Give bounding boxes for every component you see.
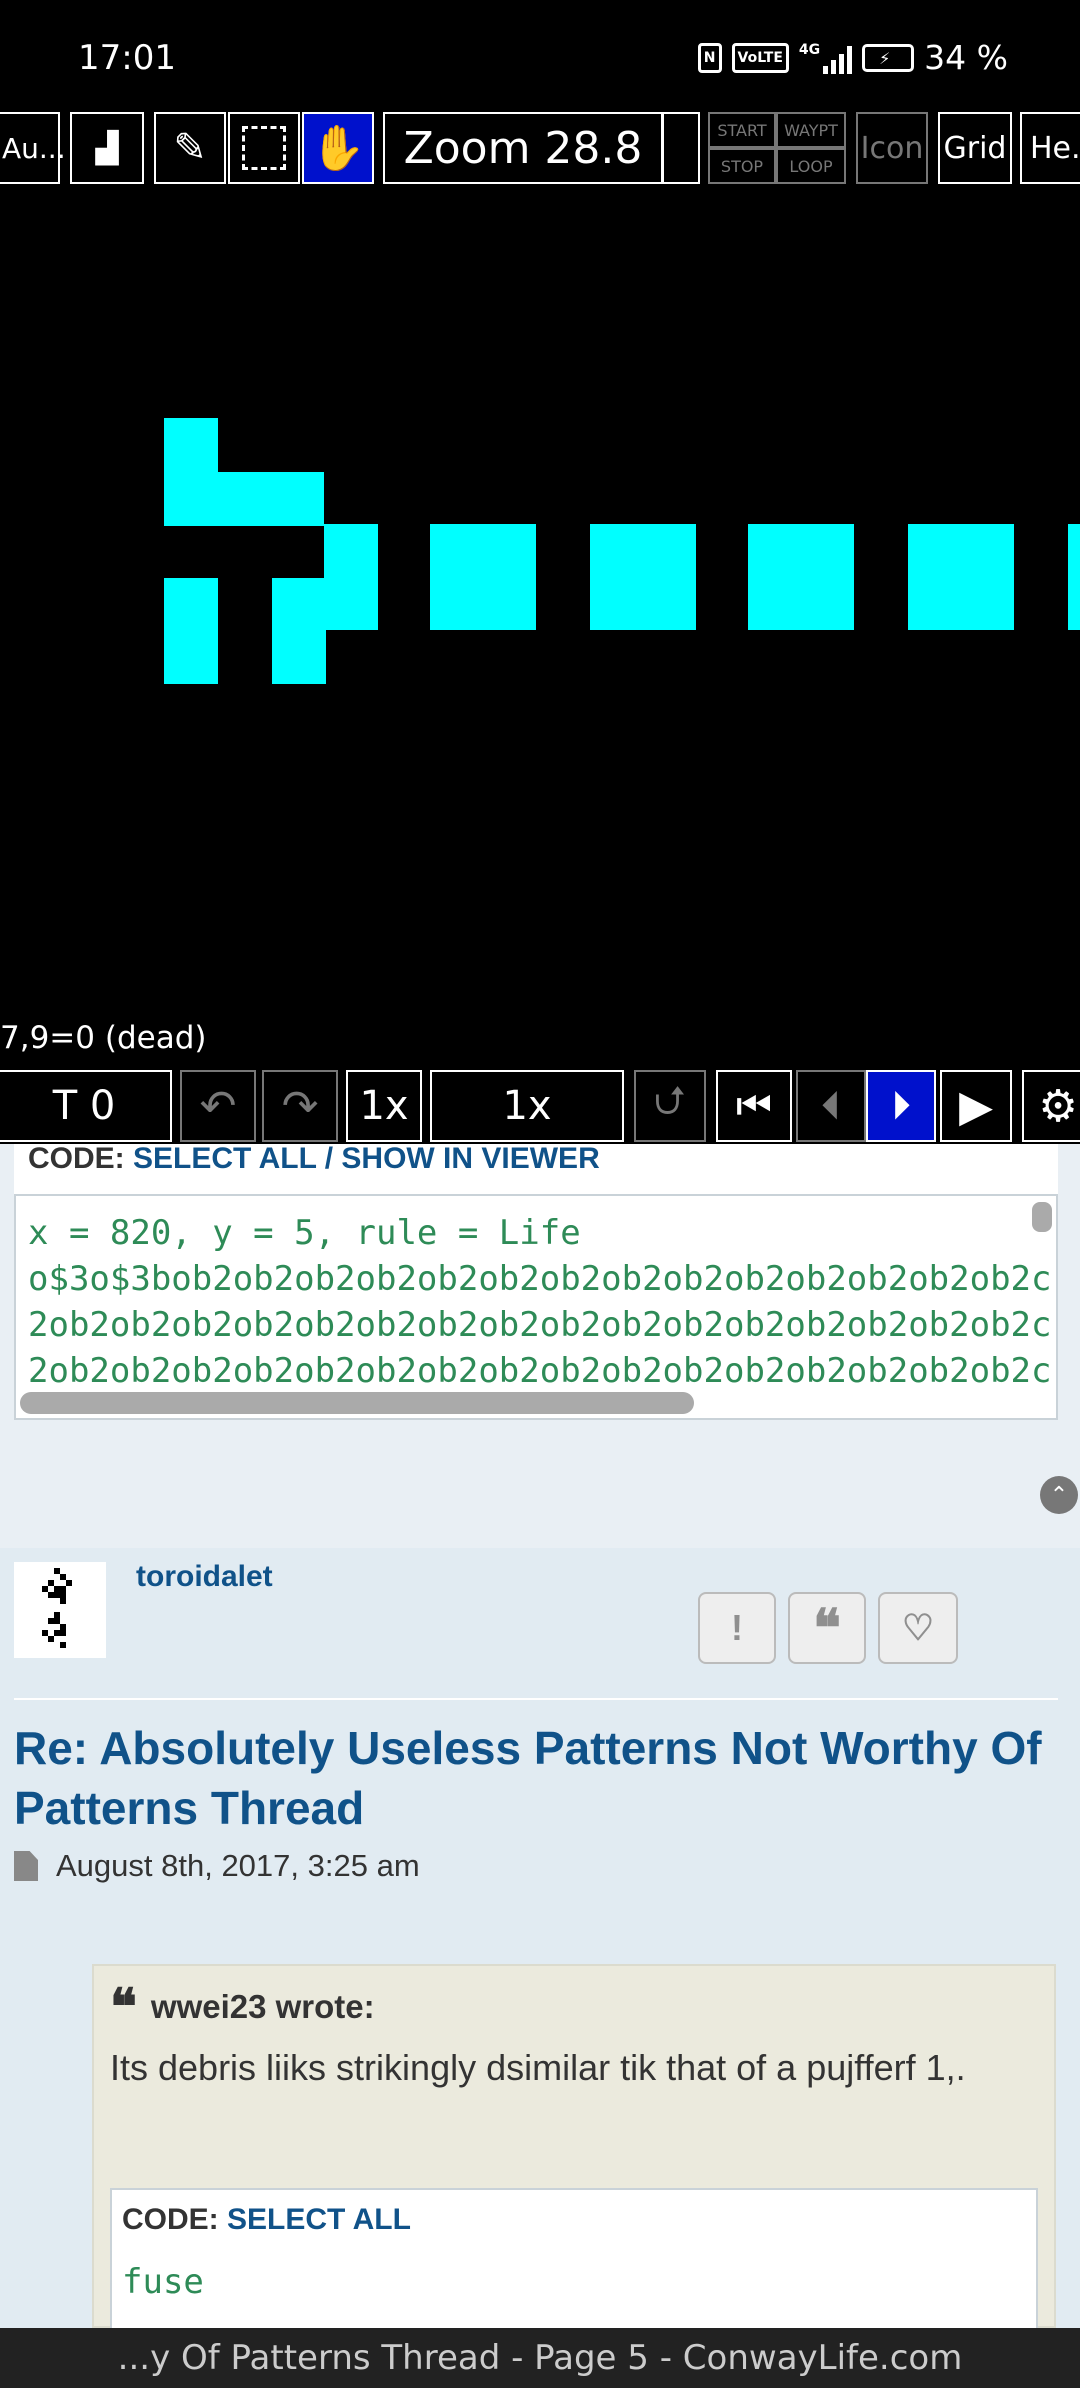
speed-slider[interactable]: 1x (430, 1070, 624, 1142)
code-header: CODE: SELECT ALL / SHOW IN VIEWER (14, 1144, 1058, 1194)
pencil-icon: ✎ (173, 125, 207, 171)
settings-button[interactable]: ⚙ (1022, 1070, 1080, 1142)
post-date-row: August 8th, 2017, 3:25 am (14, 1848, 420, 1884)
play-icon: ▶ (959, 1080, 993, 1132)
avatar-image (42, 1568, 72, 1648)
grid-button[interactable]: Grid (938, 112, 1012, 184)
stop-button[interactable]: STOP (708, 148, 776, 184)
loop-button[interactable]: LOOP (776, 148, 846, 184)
select-tool-button[interactable] (228, 112, 300, 184)
report-button[interactable]: ! (698, 1592, 776, 1664)
reset-icon: ⮍ (653, 1078, 687, 1124)
live-cell (272, 578, 326, 684)
code-label: CODE: (28, 1144, 125, 1175)
step-back-icon: ⏴ (821, 1083, 841, 1129)
help-button[interactable]: He... (1020, 112, 1080, 184)
clock: 17:01 (78, 38, 176, 78)
start-button[interactable]: START (708, 112, 776, 148)
heart-icon: ♡ (901, 1607, 935, 1648)
post-title[interactable]: Re: Absolutely Useless Patterns Not Wort… (14, 1718, 1074, 1838)
draw-tool-button[interactable]: ✎ (154, 112, 226, 184)
quote-author-row: ❝ wwei23 wrote: (110, 1977, 375, 2036)
post-date: August 8th, 2017, 3:25 am (56, 1848, 420, 1883)
document-icon (14, 1851, 38, 1881)
like-button[interactable]: ♡ (878, 1592, 958, 1664)
fit-icon: ▟ (95, 130, 119, 166)
live-cell (164, 472, 324, 526)
code-block[interactable]: fuse (110, 2250, 1038, 2330)
live-cell (430, 524, 536, 630)
battery-icon: ⚡ (862, 43, 915, 72)
status-bar: 17:01 N VoLTE 4G ⚡ 34 % (0, 0, 1080, 108)
fit-icon-button[interactable]: ▟ (70, 112, 144, 184)
live-cell (908, 524, 1014, 630)
code-line: o$3o$3bob2ob2ob2ob2ob2ob2ob2ob2ob2ob2ob2… (28, 1259, 1052, 1299)
skip-back-icon: ⏮ (736, 1083, 772, 1129)
quote-button[interactable]: ❝ (788, 1592, 866, 1664)
signal-icon: 4G (798, 41, 853, 74)
vertical-scrollbar[interactable] (1032, 1202, 1052, 1232)
avatar[interactable] (14, 1562, 106, 1658)
code-line: 2ob2ob2ob2ob2ob2ob2ob2ob2ob2ob2ob2ob2ob2… (28, 1351, 1052, 1391)
horizontal-scrollbar[interactable] (20, 1392, 694, 1414)
step-forward-button[interactable]: ⏵ (866, 1070, 936, 1142)
chevron-up-icon: ⌃ (1049, 1482, 1069, 1507)
cell-info: 7,9=0 (dead) (0, 1020, 207, 1056)
generation-display[interactable]: T 0 (0, 1070, 172, 1142)
quote-author: wwei23 wrote: (150, 1988, 375, 2025)
quote-text: Its debris liiks strikingly dsimilar tik… (110, 2047, 966, 2088)
live-cell (1068, 524, 1080, 630)
hand-icon: ✋ (310, 123, 366, 174)
blockquote: ❝ wwei23 wrote: Its debris liiks strikin… (92, 1964, 1056, 2330)
pan-tool-button[interactable]: ✋ (302, 112, 374, 184)
waypt-button[interactable]: WAYPT (776, 112, 846, 148)
lifeviewer[interactable]: Au... ▟ ✎ ✋ Zoom 28.8 START WAYPT STOP L… (0, 108, 1080, 1144)
code-label: CODE: (122, 2203, 219, 2236)
exclamation-icon: ! (731, 1607, 743, 1648)
status-icons: N VoLTE 4G ⚡ 34 % (697, 38, 1008, 77)
first-frame-button[interactable]: ⏮ (716, 1070, 792, 1142)
step-forward-icon: ⏵ (891, 1083, 911, 1129)
nfc-icon: N (697, 42, 722, 73)
zoom-display[interactable]: Zoom 28.8 (383, 112, 663, 184)
select-icon (242, 126, 286, 170)
quote-icon: ❝ (813, 1597, 841, 1659)
live-cell (748, 524, 854, 630)
icon-button[interactable]: Icon (856, 112, 928, 184)
code-line: 2ob2ob2ob2ob2ob2ob2ob2ob2ob2ob2ob2ob2ob2… (28, 1305, 1052, 1345)
post-author[interactable]: toroidalet (136, 1560, 273, 1594)
gear-icon: ⚙ (1038, 1080, 1078, 1132)
reset-button[interactable]: ⮍ (634, 1070, 706, 1142)
zoom-slider-end[interactable] (662, 112, 700, 184)
code-line: x = 820, y = 5, rule = Life (28, 1213, 581, 1253)
play-button[interactable]: ▶ (940, 1070, 1012, 1142)
volte-icon: VoLTE (731, 42, 789, 73)
select-all-link[interactable]: SELECT ALL (133, 1144, 316, 1175)
code-line: fuse (122, 2262, 204, 2302)
battery-level: 34 % (924, 38, 1008, 77)
live-cell (164, 418, 218, 472)
step-back-button[interactable]: ⏴ (796, 1070, 866, 1142)
page-title-bar: ...y Of Patterns Thread - Page 5 - Conwa… (0, 2328, 1080, 2388)
step-size-button[interactable]: 1x (346, 1070, 422, 1142)
code-header: CODE: SELECT ALL (110, 2188, 1038, 2252)
code-separator: / (324, 1144, 334, 1175)
undo-button[interactable]: ↶ (180, 1070, 256, 1142)
undo-icon: ↶ (199, 1080, 237, 1132)
live-cell (324, 524, 378, 630)
code-block[interactable]: x = 820, y = 5, rule = Life o$3o$3bob2ob… (14, 1194, 1058, 1420)
network-type: 4G (798, 41, 821, 58)
live-cell (164, 578, 218, 684)
show-in-viewer-link[interactable]: SHOW IN VIEWER (341, 1144, 599, 1175)
redo-button[interactable]: ↷ (262, 1070, 338, 1142)
redo-icon: ↷ (281, 1080, 319, 1132)
back-to-top-button[interactable]: ⌃ (1040, 1476, 1078, 1514)
select-all-link[interactable]: SELECT ALL (227, 2203, 411, 2236)
autofit-button[interactable]: Au... (0, 112, 66, 184)
quote-icon: ❝ (110, 1977, 137, 2036)
live-cell (590, 524, 696, 630)
divider (14, 1698, 1058, 1700)
